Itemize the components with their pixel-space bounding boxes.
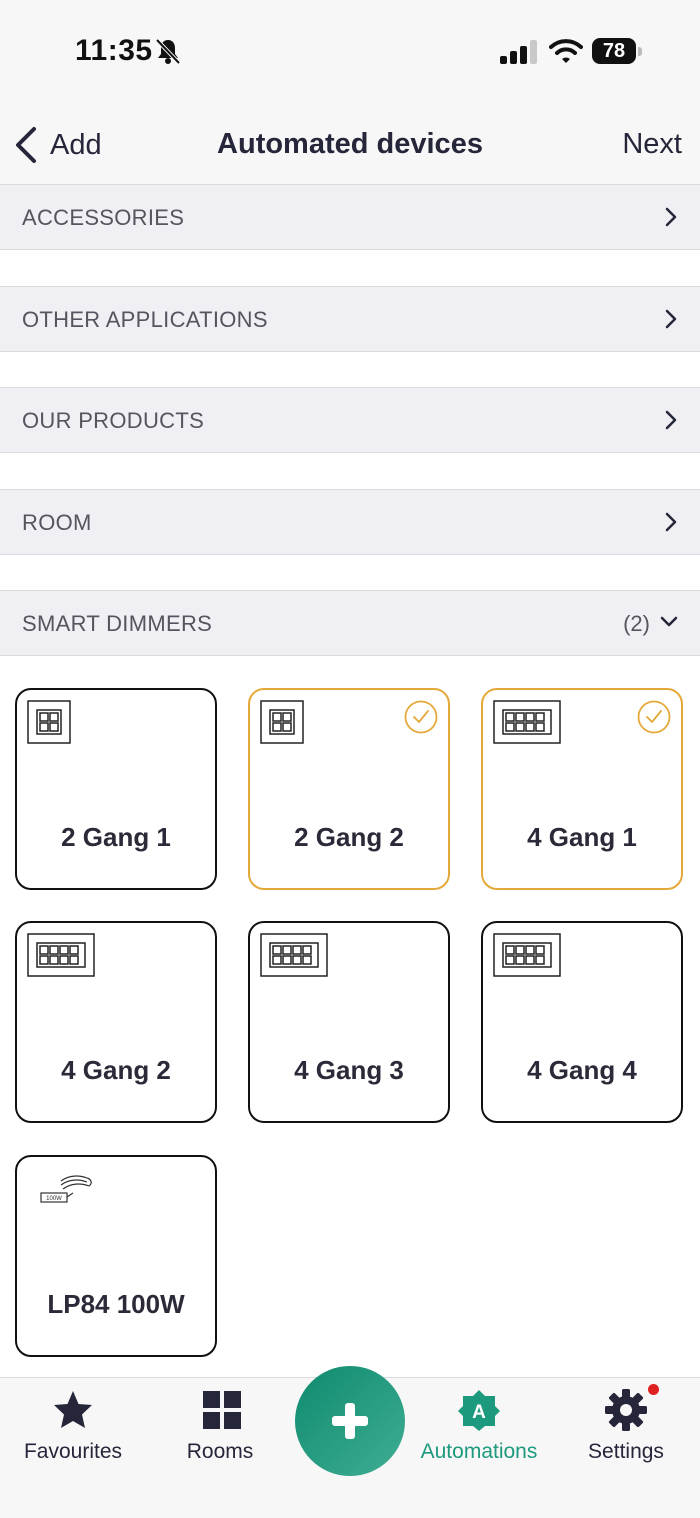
device-card-2-gang-1[interactable]: 2 Gang 1	[15, 688, 217, 890]
signal-icon	[500, 40, 537, 64]
two-gang-switch-icon	[27, 700, 71, 744]
tab-automations[interactable]: A Automations	[414, 1378, 544, 1478]
tab-label: Rooms	[186, 1440, 254, 1463]
section-title: ACCESSORIES	[22, 205, 185, 230]
device-label: LP84 100W	[47, 1289, 185, 1319]
device-label: 4 Gang 3	[294, 1055, 404, 1085]
section-title: SMART DIMMERS	[22, 611, 213, 636]
chevron-right-icon	[665, 207, 677, 227]
section-other-applications[interactable]: OTHER APPLICATIONS	[0, 286, 700, 352]
automations-icon-letter: A	[472, 1402, 486, 1423]
section-smart-dimmers[interactable]: SMART DIMMERS (2)	[0, 590, 700, 656]
section-title: ROOM	[22, 510, 92, 535]
gear-icon	[605, 1389, 647, 1431]
tab-label: Favourites	[23, 1440, 123, 1463]
status-bar: 11:35 78	[0, 0, 700, 100]
chevron-left-icon	[16, 127, 36, 163]
tab-rooms[interactable]: Rooms	[170, 1378, 270, 1478]
chevron-right-icon	[665, 512, 677, 532]
section-accessories[interactable]: ACCESSORIES	[0, 184, 700, 250]
four-gang-switch-icon	[493, 933, 561, 977]
four-gang-switch-icon	[260, 933, 328, 977]
device-label: 4 Gang 1	[527, 822, 637, 852]
tab-label: Automations	[420, 1440, 538, 1463]
check-circle-icon	[404, 700, 438, 734]
plus-icon	[332, 1403, 368, 1439]
notification-dot	[648, 1384, 659, 1395]
battery-icon: 78	[592, 38, 644, 66]
status-time: 11:35	[75, 34, 153, 67]
navigation-bar: Add Automated devices Next	[0, 100, 700, 185]
section-room[interactable]: ROOM	[0, 489, 700, 555]
star-icon	[54, 1391, 92, 1428]
device-card-lp84-100w[interactable]: 100W LP84 100W	[15, 1155, 217, 1357]
bell-slash-icon	[155, 38, 181, 65]
back-label: Add	[50, 128, 102, 161]
four-gang-switch-icon	[493, 700, 561, 744]
tab-favourites[interactable]: Favourites	[18, 1378, 128, 1478]
add-button[interactable]	[295, 1366, 405, 1476]
chevron-right-icon	[665, 410, 677, 430]
device-card-4-gang-3[interactable]: 4 Gang 3	[248, 921, 450, 1123]
wifi-icon	[549, 39, 583, 63]
tab-label: Settings	[588, 1440, 664, 1463]
device-label: 2 Gang 1	[61, 822, 171, 852]
device-label: 4 Gang 4	[527, 1055, 637, 1085]
chevron-right-icon	[665, 309, 677, 329]
selected-count: (2)	[623, 611, 650, 636]
grid-icon	[203, 1391, 241, 1429]
device-label: 2 Gang 2	[294, 822, 404, 852]
four-gang-switch-icon	[27, 933, 95, 977]
driver-wattage-label: 100W	[46, 1196, 62, 1202]
tab-settings[interactable]: Settings	[576, 1378, 676, 1478]
device-card-4-gang-1[interactable]: 4 Gang 1	[481, 688, 683, 890]
device-label: 4 Gang 2	[61, 1055, 171, 1085]
device-card-2-gang-2[interactable]: 2 Gang 2	[248, 688, 450, 890]
next-button[interactable]: Next	[622, 128, 682, 161]
section-title: OTHER APPLICATIONS	[22, 307, 268, 332]
two-gang-switch-icon	[260, 700, 304, 744]
back-button[interactable]: Add	[14, 125, 102, 165]
battery-level: 78	[592, 38, 636, 64]
section-title: OUR PRODUCTS	[22, 408, 205, 433]
chevron-down-icon	[660, 616, 678, 627]
device-card-4-gang-2[interactable]: 4 Gang 2	[15, 921, 217, 1123]
automations-icon: A	[458, 1390, 500, 1431]
section-our-products[interactable]: OUR PRODUCTS	[0, 387, 700, 453]
page-title: Automated devices	[217, 128, 483, 160]
device-card-4-gang-4[interactable]: 4 Gang 4	[481, 921, 683, 1123]
led-strip-driver-icon: 100W	[40, 1175, 92, 1203]
check-circle-icon	[637, 700, 671, 734]
